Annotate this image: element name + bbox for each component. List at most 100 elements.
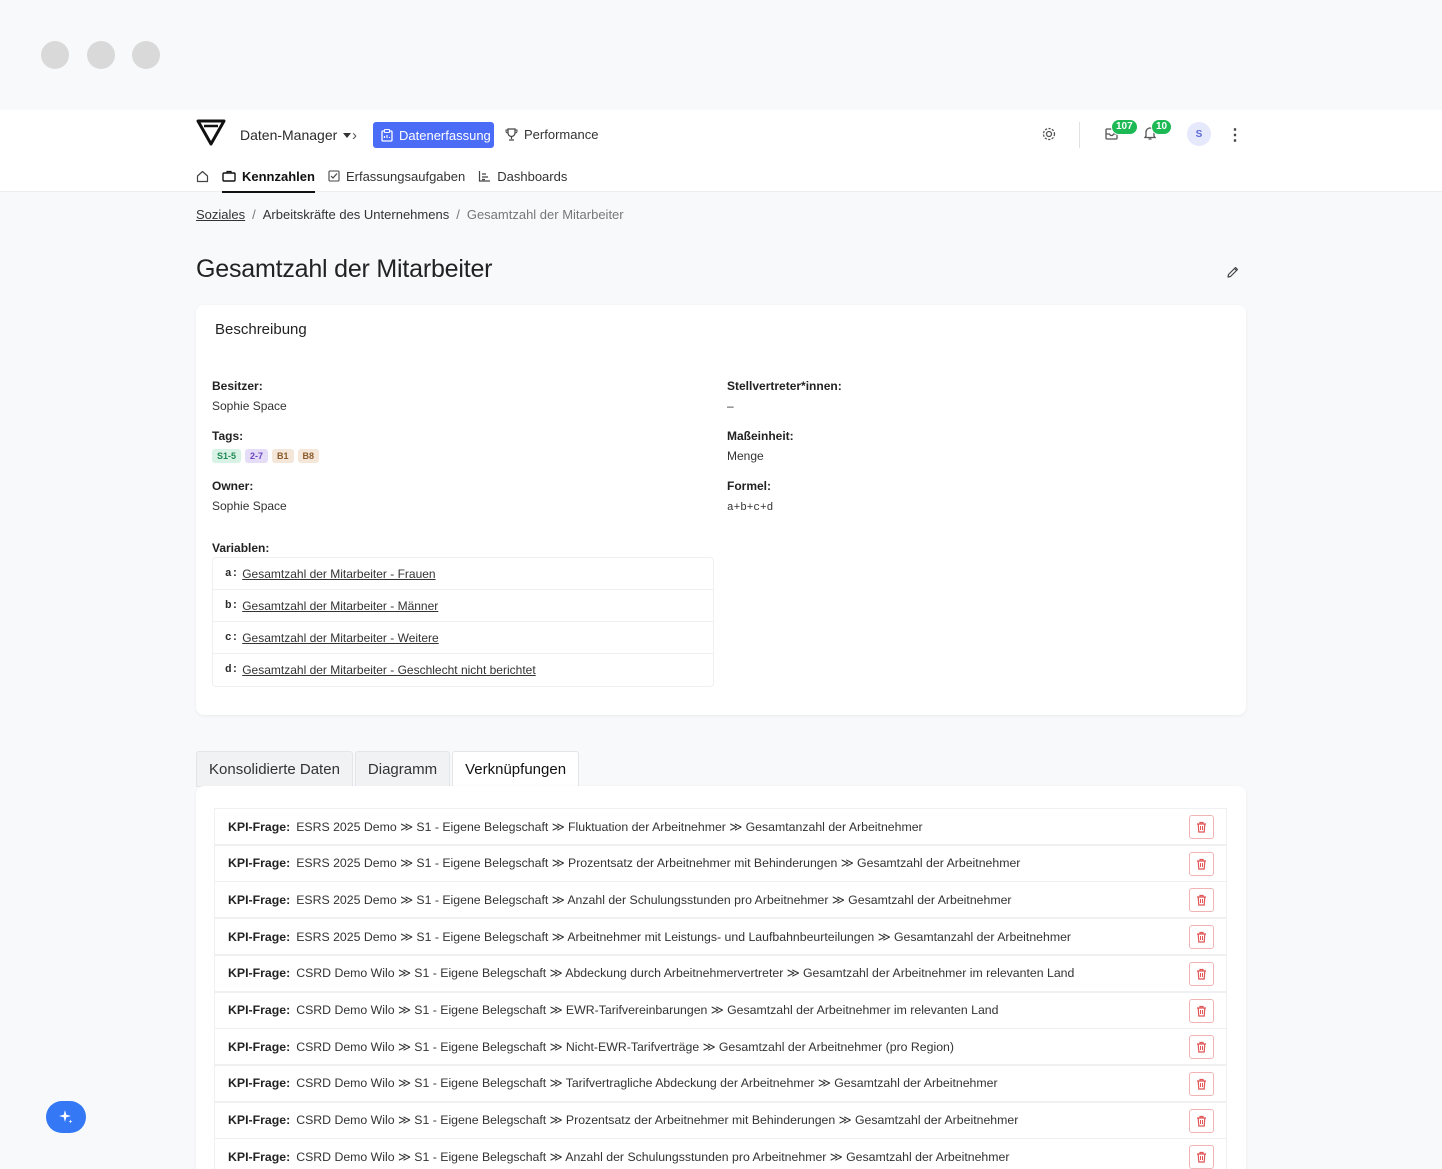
more-options-icon[interactable]: ⋮ xyxy=(1227,125,1243,145)
content-tabs: Konsolidierte Daten Diagramm Verknüpfung… xyxy=(196,751,581,787)
trash-icon xyxy=(1197,858,1206,870)
link-row-path: CSRD Demo Wilo ≫ S1 - Eigene Belegschaft… xyxy=(296,1149,1010,1164)
daten-manager-label: Daten-Manager xyxy=(240,127,338,143)
caret-down-icon xyxy=(343,132,352,138)
subnav-item-dashboards[interactable]: Dashboards xyxy=(478,165,567,187)
sparkle-icon xyxy=(59,1110,73,1124)
formula-value: a+b+c+d xyxy=(727,502,774,514)
tags-list: S1-5 2-7 B1 B8 xyxy=(212,449,320,463)
chevron-right-icon: › xyxy=(352,127,357,144)
link-row-path: CSRD Demo Wilo ≫ S1 - Eigene Belegschaft… xyxy=(296,1003,999,1017)
tags-label: Tags: xyxy=(212,429,244,443)
tags-field: Tags: S1-5 2-7 B1 B8 xyxy=(212,429,320,463)
owner2-label: Owner: xyxy=(212,479,254,493)
breadcrumb-link-arbeitskraefte[interactable]: Arbeitskräfte des Unternehmens xyxy=(263,207,449,222)
formula-label: Formel: xyxy=(727,479,772,493)
sub-navigation: Kennzahlen Erfassungsaufgaben Dashboards xyxy=(196,165,580,193)
trash-icon xyxy=(1197,1152,1206,1163)
variable-key: a: xyxy=(225,567,239,580)
tab-performance-label: Performance xyxy=(524,127,599,142)
avatar-initial: S xyxy=(1195,128,1203,140)
variable-link[interactable]: Gesamtzahl der Mitarbeiter - Weitere xyxy=(242,631,439,645)
delete-link-button[interactable] xyxy=(1189,851,1214,876)
app-logo-icon[interactable] xyxy=(196,118,226,146)
link-row-prefix: KPI-Frage: xyxy=(228,966,291,981)
user-avatar[interactable]: S xyxy=(1187,122,1211,146)
deputy-field: Stellvertreter*innen: – xyxy=(727,379,842,413)
subnav-label-erfassungsaufgaben: Erfassungsaufgaben xyxy=(345,168,466,184)
trash-icon xyxy=(1197,1078,1206,1090)
window-close-dot[interactable] xyxy=(41,41,69,69)
link-row: KPI-Frage: ESRS 2025 Demo ≫ S1 - Eigene B… xyxy=(214,918,1227,956)
tab-diagramm[interactable]: Diagramm xyxy=(354,751,451,787)
delete-link-button[interactable] xyxy=(1189,1108,1214,1133)
variable-row: c: Gesamtzahl der Mitarbeiter - Weitere xyxy=(213,622,713,654)
tab-verknuepfungen[interactable]: Verknüpfungen xyxy=(452,751,580,787)
tag-badge[interactable]: 2-7 xyxy=(245,449,269,463)
delete-link-button[interactable] xyxy=(1189,1071,1214,1096)
variable-link[interactable]: Gesamtzahl der Mitarbeiter - Männer xyxy=(242,599,438,613)
breadcrumb-separator: / xyxy=(456,207,460,222)
tag-badge[interactable]: B8 xyxy=(297,449,320,463)
link-row: KPI-Frage: CSRD Demo Wilo ≫ S1 - Eigene B… xyxy=(214,954,1227,992)
dashboard-icon xyxy=(479,171,491,182)
settings-gear-icon[interactable] xyxy=(1040,125,1058,143)
trophy-icon xyxy=(505,128,518,141)
variables-list: a: Gesamtzahl der Mitarbeiter - Frauen b… xyxy=(212,557,714,687)
link-row-prefix: KPI-Frage: xyxy=(228,929,291,944)
variable-link[interactable]: Gesamtzahl der Mitarbeiter - Frauen xyxy=(242,567,435,581)
tag-badge[interactable]: B1 xyxy=(272,449,294,463)
home-link[interactable] xyxy=(196,165,209,187)
delete-link-button[interactable] xyxy=(1189,888,1214,913)
description-card: Beschreibung Besitzer: Sophie Space Tags… xyxy=(196,305,1246,715)
unit-label: Maßeinheit: xyxy=(727,429,794,443)
variable-row: a: Gesamtzahl der Mitarbeiter - Frauen xyxy=(213,558,713,590)
daten-manager-dropdown[interactable]: Daten-Manager xyxy=(240,127,352,143)
owner-label: Besitzer: xyxy=(212,379,263,393)
subnav-item-erfassungsaufgaben[interactable]: Erfassungsaufgaben xyxy=(328,165,465,187)
trash-icon xyxy=(1197,821,1206,833)
delete-link-button[interactable] xyxy=(1189,815,1214,839)
link-row: KPI-Frage: CSRD Demo Wilo ≫ S1 - Eigene B… xyxy=(214,991,1227,1029)
link-row-path: CSRD Demo Wilo ≫ S1 - Eigene Belegschaft… xyxy=(296,966,1075,981)
tab-konsolidierte-daten[interactable]: Konsolidierte Daten xyxy=(196,751,353,787)
link-row-prefix: KPI-Frage: xyxy=(228,892,291,907)
link-row-prefix: KPI-Frage: xyxy=(228,819,291,834)
delete-link-button[interactable] xyxy=(1189,925,1214,950)
variable-key: d: xyxy=(225,664,239,676)
deputy-value: – xyxy=(727,399,734,413)
trash-icon xyxy=(1197,968,1206,980)
ai-assistant-button[interactable] xyxy=(46,1101,86,1133)
subnav-item-kennzahlen[interactable]: Kennzahlen xyxy=(222,165,315,193)
breadcrumb-separator: / xyxy=(252,207,256,222)
window-maximize-dot[interactable] xyxy=(132,41,160,69)
tab-performance[interactable]: Performance xyxy=(505,127,598,142)
variable-link[interactable]: Gesamtzahl der Mitarbeiter - Geschlecht … xyxy=(242,663,535,677)
owner-value: Sophie Space xyxy=(212,399,287,413)
trash-icon xyxy=(1197,1115,1206,1127)
link-row-path: CSRD Demo Wilo ≫ S1 - Eigene Belegschaft… xyxy=(296,1076,998,1091)
link-row: KPI-Frage: CSRD Demo Wilo ≫ S1 - Eigene B… xyxy=(214,1138,1227,1169)
delete-link-button[interactable] xyxy=(1189,998,1214,1023)
delete-link-button[interactable] xyxy=(1189,1145,1214,1169)
inbox-button[interactable]: 107 xyxy=(1104,119,1138,143)
delete-link-button[interactable] xyxy=(1189,961,1214,986)
notification-count-badge: 10 xyxy=(1151,119,1173,135)
link-row-prefix: KPI-Frage: xyxy=(228,1076,291,1091)
formula-field: Formel: a+b+c+d xyxy=(727,479,773,514)
breadcrumb-current: Gesamtzahl der Mitarbeiter xyxy=(466,207,624,222)
edit-pencil-icon[interactable] xyxy=(1226,265,1240,279)
window-minimize-dot[interactable] xyxy=(87,41,115,69)
tab-datenerfassung-label: Datenerfassung xyxy=(399,127,491,143)
notifications-button[interactable]: 10 xyxy=(1142,119,1173,143)
breadcrumb-link-soziales[interactable]: Soziales xyxy=(196,207,245,222)
variable-key: b: xyxy=(225,599,239,612)
tab-datenerfassung[interactable]: Datenerfassung xyxy=(373,122,494,148)
variables-label: Variablen: xyxy=(212,541,270,555)
subnav-label-kennzahlen: Kennzahlen xyxy=(242,168,315,184)
delete-link-button[interactable] xyxy=(1189,1035,1214,1060)
clipboard-icon xyxy=(381,128,393,142)
tag-badge[interactable]: S1-5 xyxy=(212,449,242,463)
link-row-prefix: KPI-Frage: xyxy=(228,1039,291,1054)
link-row-path: ESRS 2025 Demo ≫ S1 - Eigene Belegschaft… xyxy=(296,929,1072,944)
